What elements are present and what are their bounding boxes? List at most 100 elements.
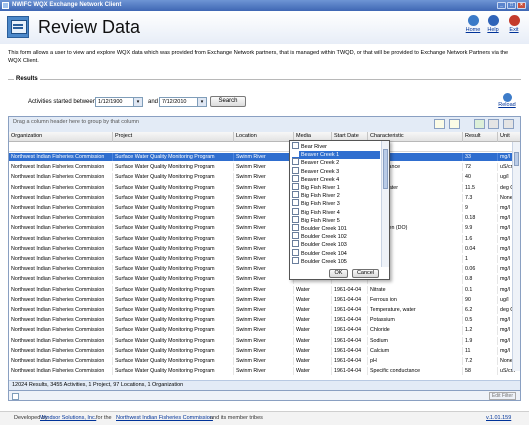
column-header-project[interactable]: Project [113,132,234,142]
results-divider [8,79,521,81]
table-cell: Surface Water Quality Monitoring Program [113,346,234,355]
window-titlebar: NWIFC WQX Exchange Network Client _ □ × [0,0,529,11]
location-filter-item[interactable]: Big Fish River 4 [292,207,380,217]
table-cell: Northwest Indian Fisheries Commission [9,163,113,172]
table-row[interactable]: Northwest Indian Fisheries Commission Sur… [9,346,520,355]
checkbox[interactable] [292,191,299,199]
chevron-down-icon[interactable]: ▾ [197,98,206,106]
filter-cancel-button[interactable]: Cancel [352,269,379,278]
location-filter-item[interactable]: Big Fish River 2 [292,191,380,200]
location-filter-item[interactable]: Boulder Creek 103 [292,240,380,249]
table-row[interactable]: Northwest Indian Fisheries Commission Sur… [9,275,520,284]
location-filter-item[interactable]: Boulder Creek 101 [292,224,380,233]
location-filter-item[interactable]: Boulder Creek 102 [292,232,380,241]
table-cell: Northwest Indian Fisheries Commission [9,234,113,243]
checkbox[interactable] [292,256,299,264]
grid-settings-icon[interactable] [449,119,460,129]
close-button[interactable]: × [517,2,526,9]
table-row[interactable]: Northwest Indian Fisheries Commission Sur… [9,183,520,192]
location-filter-item[interactable]: Big Fish River 3 [292,199,380,208]
checkbox[interactable] [292,199,299,207]
developer-link[interactable]: Windsor Solutions, Inc. [40,412,96,424]
column-header-location[interactable]: Location [234,132,294,142]
table-row[interactable]: Northwest Indian Fisheries Commission Sur… [9,357,520,366]
filter-row[interactable] [9,142,520,152]
column-header-organization[interactable]: Organization [9,132,113,142]
table-row[interactable]: Northwest Indian Fisheries Commission Sur… [9,326,520,335]
checkbox[interactable] [292,142,299,150]
location-filter-item[interactable]: Beaver Creek 3 [292,166,380,176]
footer: Developed by Windsor Solutions, Inc. for… [0,411,529,425]
vertical-scrollbar[interactable] [512,142,520,371]
checkbox[interactable] [292,166,299,174]
print-icon[interactable] [488,119,499,129]
search-button[interactable]: Search [210,96,246,107]
checkbox[interactable] [292,174,299,182]
minimize-button[interactable]: _ [497,2,506,9]
table-row[interactable]: Northwest Indian Fisheries Commission Sur… [9,316,520,325]
exit-button[interactable]: Exit [503,15,525,33]
location-filter-item[interactable]: Beaver Creek 1 [292,150,380,160]
column-chooser-icon[interactable] [434,119,445,129]
reload-button[interactable]: Reload [496,93,518,108]
popup-scrollbar-thumb[interactable] [383,149,388,189]
table-row[interactable]: Northwest Indian Fisheries Commission Sur… [9,336,520,345]
version-link[interactable]: v.1.01.159 [486,412,511,424]
table-cell: Surface Water Quality Monitoring Program [113,173,234,182]
table-row[interactable]: Northwest Indian Fisheries Commission Sur… [9,367,520,376]
checkbox[interactable] [292,224,299,232]
table-row[interactable]: Northwest Indian Fisheries Commission Sur… [9,295,520,304]
end-date-picker[interactable]: 7/12/2010 ▾ [159,97,207,107]
location-filter-item[interactable]: Beaver Creek 2 [292,158,380,167]
table-row[interactable]: Northwest Indian Fisheries Commission Sur… [9,306,520,315]
checkbox[interactable] [292,183,299,191]
popup-scrollbar[interactable] [381,141,389,267]
column-header-unit[interactable]: Unit [498,132,520,142]
chevron-down-icon[interactable]: ▾ [133,98,142,106]
table-row[interactable]: Northwest Indian Fisheries Commission Sur… [9,244,520,253]
start-date-picker[interactable]: 1/12/1900 ▾ [95,97,143,107]
filter-enable-checkbox[interactable] [12,393,19,400]
home-button[interactable]: Home [462,15,484,33]
table-row[interactable]: Northwest Indian Fisheries Commission Sur… [9,163,520,172]
scrollbar-thumb[interactable] [514,152,519,166]
checkbox[interactable] [292,240,299,248]
filter-ok-button[interactable]: OK [329,269,348,278]
table-row[interactable]: Northwest Indian Fisheries Commission Sur… [9,224,520,233]
table-row[interactable]: Northwest Indian Fisheries Commission Sur… [9,265,520,274]
maximize-button[interactable]: □ [507,2,516,9]
save-icon[interactable] [503,119,514,129]
table-row[interactable]: Northwest Indian Fisheries Commission Sur… [9,204,520,213]
table-cell: 1961-04-04 [332,346,368,355]
table-row[interactable]: Northwest Indian Fisheries Commission Sur… [9,153,520,162]
column-header-result[interactable]: Result [463,132,498,142]
exit-label: Exit [509,27,519,33]
checkbox[interactable] [292,232,299,240]
table-row[interactable]: Northwest Indian Fisheries Commission Sur… [9,214,520,223]
export-icon[interactable] [474,119,485,129]
location-filter-item[interactable]: Big Fish River 5 [292,215,380,225]
checkbox[interactable] [292,158,299,166]
checkbox[interactable] [292,248,299,256]
edit-filter-button[interactable]: Edit Filter [488,392,516,400]
location-filter-item[interactable]: Beaver Creek 4 [292,174,380,184]
table-row[interactable]: Northwest Indian Fisheries Commission Sur… [9,173,520,182]
column-headers: Organization Project Location Media Start Da… [9,132,520,142]
location-filter-item[interactable]: Boulder Creek 104 [292,248,380,258]
table-row[interactable]: Northwest Indian Fisheries Commission Sur… [9,285,520,294]
table-cell: Temperature, water [368,306,463,315]
checkbox[interactable] [292,207,299,215]
results-grid: Drag a column header here to group by th… [8,116,521,391]
help-button[interactable]: Help [482,15,504,33]
location-filter-item[interactable]: Bear River [292,142,380,151]
table-cell: Swinm River [234,204,294,213]
location-filter-item[interactable]: Boulder Creek 105 [292,256,380,266]
table-row[interactable]: Northwest Indian Fisheries Commission Sur… [9,255,520,264]
org-link[interactable]: Northwest Indian Fisheries Commission [116,412,213,424]
table-row[interactable]: Northwest Indian Fisheries Commission Sur… [9,234,520,243]
table-row[interactable]: Northwest Indian Fisheries Commission Sur… [9,193,520,202]
location-filter-item[interactable]: Big Fish River 1 [292,183,380,192]
checkbox[interactable] [292,215,299,223]
checkbox[interactable] [292,150,299,158]
table-cell: 11.5 [463,183,498,192]
